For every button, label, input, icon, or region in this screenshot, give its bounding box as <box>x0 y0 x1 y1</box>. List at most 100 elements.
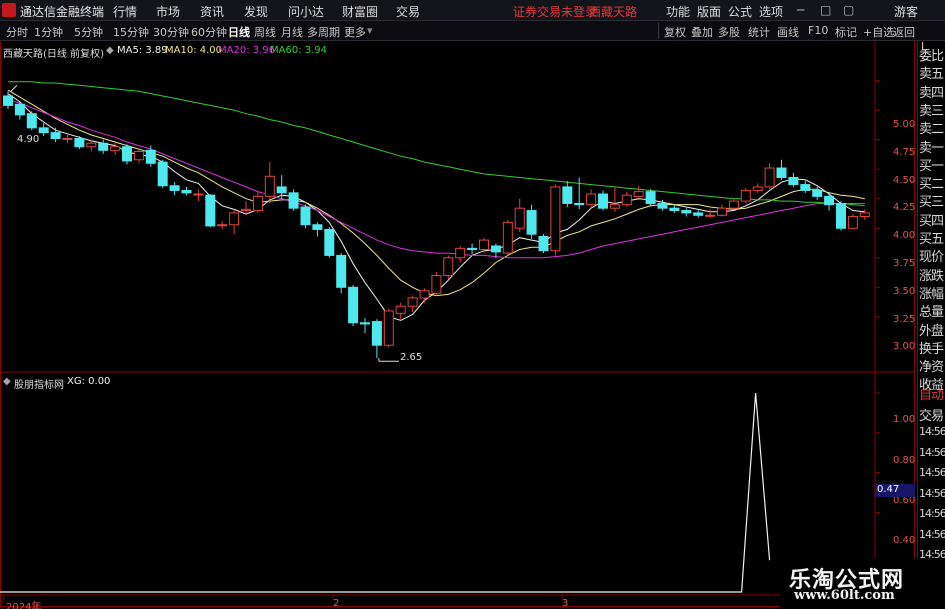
quote-field-7: 买二 <box>919 177 944 193</box>
menu-news[interactable]: 资讯 <box>200 3 224 20</box>
period-30min[interactable]: 30分钟 <box>153 24 189 40</box>
guest-label[interactable]: 游客 <box>894 3 918 20</box>
menu-formula[interactable]: 公式 <box>728 3 752 20</box>
tool-stats[interactable]: 统计 <box>748 24 770 40</box>
quote-field-6: 买一 <box>919 158 944 174</box>
crosshair-value-badge: 0.47 <box>875 484 915 497</box>
quote-field-8: 买三 <box>919 195 944 211</box>
period-more[interactable]: 更多 <box>344 24 366 40</box>
tool-overlay[interactable]: 叠加 <box>691 24 713 40</box>
quote-field-2: 卖四 <box>919 85 944 101</box>
y-label-5.00: 5.00 <box>893 119 916 130</box>
tick-time: 14:56 <box>919 486 945 500</box>
menu-ask[interactable]: 问小达 <box>288 3 324 20</box>
y-label-3.75: 3.75 <box>893 258 916 269</box>
period-multi[interactable]: 多周期 <box>307 24 340 40</box>
quote-field-16: 换手 <box>919 341 944 357</box>
tool-f10[interactable]: F10 <box>808 24 828 37</box>
stock-chart-label: 西藏天路(日线 前复权) <box>3 49 104 60</box>
more-chevron-icon[interactable]: ▾ <box>367 24 373 37</box>
quote-panel: L 委比 卖五 卖四 卖三 卖二 卖一 买一 买二 买三 买四 买五 现价 涨跌 涨幅 总量 外盘 换手 净资 收益… <box>917 41 945 609</box>
y-label-3.25: 3.25 <box>893 314 916 325</box>
tick-time: 14:56 <box>919 466 945 479</box>
quote-field-9: 买四 <box>919 213 944 229</box>
menu-functions[interactable]: 功能 <box>666 3 690 20</box>
period-monthly[interactable]: 月线 <box>281 24 303 40</box>
tick-time: 14:56 <box>919 445 945 459</box>
menu-wealth[interactable]: 财富圈 <box>342 3 378 20</box>
menu-discover[interactable]: 发现 <box>244 3 268 20</box>
auto-trade-label-1[interactable]: 交易 <box>919 405 944 424</box>
sub-y-label-0.40: 0.40 <box>893 535 916 546</box>
menubar: 通达信金融终端 行情 市场 资讯 发现 问小达 财富圈 交易 证券交易未登录 西… <box>0 0 945 21</box>
tick-time: 14:56 <box>919 425 945 438</box>
maximize-icon[interactable]: □ <box>820 3 831 17</box>
y-label-4.75: 4.75 <box>893 147 916 158</box>
x-label-feb: 2 <box>333 598 340 609</box>
low-price-label: 2.65 <box>400 352 423 363</box>
y-label-3.00: 3.00 <box>893 341 916 352</box>
quote-field-13: 涨幅 <box>919 286 944 302</box>
quote-field-10: 买五 <box>919 232 944 247</box>
indicator-toggle-icon[interactable]: ◆ <box>3 376 11 387</box>
period-intraday[interactable]: 分时 <box>6 24 28 40</box>
y-label-4.50: 4.50 <box>893 175 916 186</box>
current-stock-name: 西藏天路 <box>589 5 638 19</box>
indicator-name: 股朋指标网 <box>14 380 64 391</box>
restore-icon[interactable]: ▢ <box>843 3 854 17</box>
high-price-label: 4.90 <box>17 134 40 145</box>
menu-market[interactable]: 市场 <box>156 3 180 20</box>
y-label-3.50: 3.50 <box>893 286 916 297</box>
tool-adjust[interactable]: 复权 <box>664 24 686 40</box>
ma-toggle-icon[interactable]: ◆ <box>106 45 114 56</box>
quote-field-17: 净资 <box>919 360 944 376</box>
tool-mark[interactable]: 标记 <box>835 24 857 40</box>
tool-add-watchlist[interactable]: +自选 <box>863 24 894 40</box>
minimize-icon[interactable]: ─ <box>797 3 804 17</box>
y-label-4.25: 4.25 <box>893 202 916 213</box>
sub-y-label-0.80: 0.80 <box>893 455 916 466</box>
quote-field-14: 总量 <box>919 305 944 321</box>
tick-time: 14:56 <box>919 507 945 520</box>
ma20-label: MA20: 3.96 <box>218 45 276 56</box>
sub-y-label-1.00: 1.00 <box>893 414 916 425</box>
app-title: 通达信金融终端 <box>20 5 105 19</box>
tick-time: 14:56 <box>919 527 945 541</box>
tool-draw[interactable]: 画线 <box>777 24 799 40</box>
ma60-label: MA60: 3.94 <box>270 45 328 56</box>
period-5min[interactable]: 5分钟 <box>74 24 103 40</box>
app-logo-icon <box>2 3 16 17</box>
quote-field-5: 卖一 <box>919 140 944 156</box>
tool-multi-stock[interactable]: 多股 <box>718 24 740 40</box>
tool-back[interactable]: 返回 <box>893 24 915 40</box>
x-label-year: 2024年 <box>6 602 42 609</box>
x-label-mar: 3 <box>562 598 569 609</box>
menu-market-quotes[interactable]: 行情 <box>113 3 137 20</box>
quote-field-12: 涨跌 <box>919 268 944 284</box>
period-daily[interactable]: 日线 <box>228 24 250 40</box>
toolbar-divider <box>658 23 659 39</box>
quote-field-11: 现价 <box>919 250 944 266</box>
xg-value-label: XG: 0.00 <box>67 376 111 387</box>
period-60min[interactable]: 60分钟 <box>191 24 227 40</box>
quote-field-1: 卖五 <box>919 67 944 83</box>
watermark-url: www.60lt.com <box>794 588 895 603</box>
trade-login-notice[interactable]: 证券交易未登录 <box>513 3 597 20</box>
period-15min[interactable]: 15分钟 <box>113 24 149 40</box>
quote-field-0: 委比 <box>919 49 944 64</box>
quote-field-3: 卖三 <box>919 103 944 119</box>
y-label-4.00: 4.00 <box>893 230 916 241</box>
menu-layout[interactable]: 版面 <box>697 3 721 20</box>
quote-field-4: 卖二 <box>919 122 944 138</box>
app-window: 通达信金融终端 行情 市场 资讯 发现 问小达 财富圈 交易 证券交易未登录 西… <box>0 0 945 609</box>
ma5-label: MA5: 3.89 <box>117 45 168 56</box>
menu-trade[interactable]: 交易 <box>396 3 420 20</box>
ma10-label: MA10: 4.00 <box>165 45 223 56</box>
chart-frame <box>0 41 915 607</box>
menu-options[interactable]: 选项 <box>759 3 783 20</box>
period-1min[interactable]: 1分钟 <box>34 24 63 40</box>
quote-field-15: 外盘 <box>919 323 944 339</box>
period-toolbar: 分时 1分钟 5分钟 15分钟 30分钟 60分钟 日线 周线 月线 多周期 更… <box>0 21 945 41</box>
period-weekly[interactable]: 周线 <box>254 24 276 40</box>
auto-trade-label-0[interactable]: 自动 <box>919 384 944 403</box>
